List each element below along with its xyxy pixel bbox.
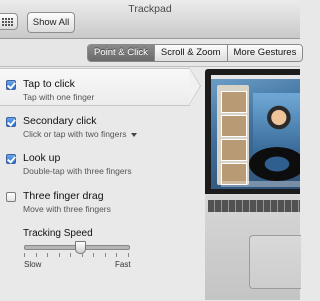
photo-browser [217,85,249,185]
window-titlebar: Trackpad Show All [0,0,300,39]
slider-tick [47,253,49,257]
option-secondary-click[interactable]: Secondary click Click or tap with two fi… [6,114,191,144]
chevron-down-icon [131,132,138,137]
dock [221,181,300,187]
option-three-finger-drag[interactable]: Three finger drag Move with three finger… [6,189,191,219]
option-subtitle: Tap with one finger [23,92,95,102]
option-subtitle: Click or tap with two fingers [23,129,127,139]
option-title: Three finger drag [23,190,104,202]
option-tap-to-click[interactable]: Tap to click Tap with one finger [6,77,191,107]
laptop-screen [205,69,300,194]
forward-button[interactable] [0,13,18,30]
slider-tick [58,253,60,257]
option-subtitle: Double-tap with three fingers [23,166,132,176]
tab-scroll-and-zoom[interactable]: Scroll & Zoom [153,45,227,61]
tap-to-click-checkbox[interactable] [6,80,16,90]
show-all-button[interactable]: Show All [27,12,75,33]
gesture-preview-video [205,69,301,300]
trackpad-surface [249,235,301,289]
slider-tick [104,253,106,257]
option-title: Look up [23,152,61,164]
tab-more-gestures[interactable]: More Gestures [226,45,303,61]
slider-tick [35,253,37,257]
secondary-click-dropdown[interactable]: Click or tap with two fingers [23,129,138,139]
secondary-click-checkbox[interactable] [6,117,16,127]
slider-tick [81,253,83,257]
grid-icon [2,17,13,26]
option-look-up[interactable]: Look up Double-tap with three fingers [6,151,191,181]
slider-min-label: Slow [24,260,42,269]
tracking-speed-label: Tracking Speed [23,228,93,239]
slider-ticks [24,253,129,257]
slider-tick [70,253,72,257]
look-up-checkbox[interactable] [6,154,16,164]
option-title: Tap to click [23,78,75,90]
tracking-speed-slider[interactable] [24,241,130,254]
slider-tick [93,253,95,257]
tab-bar: Point & Click Scroll & Zoom More Gesture… [87,44,304,62]
option-subtitle: Move with three fingers [23,204,111,214]
preferences-content: Point & Click Scroll & Zoom More Gesture… [0,39,304,301]
slider-tick [128,253,129,257]
slider-tick [116,253,118,257]
screen-content [211,75,300,189]
slider-max-label: Fast [115,260,131,269]
keyboard [208,200,300,212]
option-title: Secondary click [23,115,97,127]
three-finger-drag-checkbox[interactable] [6,192,16,202]
slider-tick [24,253,25,257]
tab-point-and-click[interactable]: Point & Click [88,45,154,61]
